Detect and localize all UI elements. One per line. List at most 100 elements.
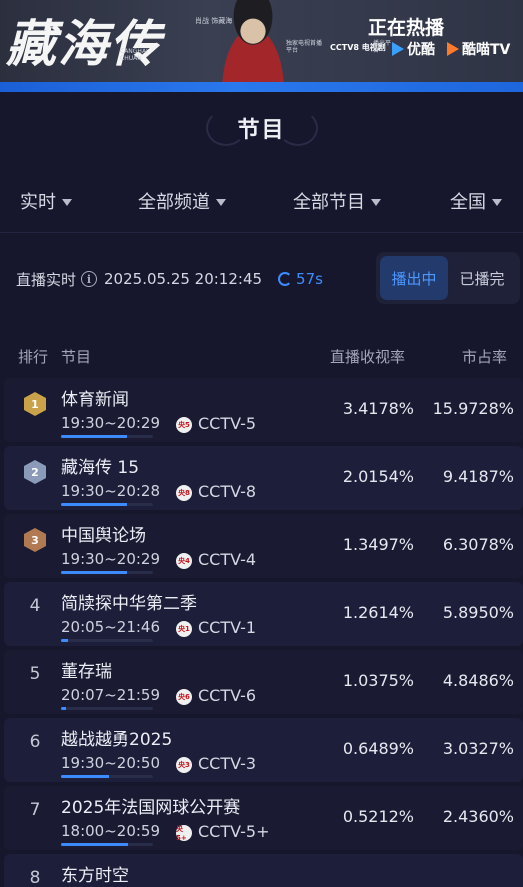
progress-fill bbox=[61, 775, 109, 778]
youku-icon bbox=[392, 42, 404, 56]
table-row[interactable]: 6 越战越勇2025 19:30~20:50 央3 CCTV-3 0.6489% 3.032… bbox=[4, 718, 523, 782]
caret-down-icon bbox=[216, 198, 226, 206]
table-row[interactable]: 4 简牍探中华第二季 20:05~21:46 央1 CCTV-1 1.2614% 5.895… bbox=[4, 582, 523, 646]
channel-logo-icon: 央1 bbox=[176, 621, 192, 637]
program-time: 20:07~21:59 bbox=[61, 686, 161, 704]
share-value: 4.8486% bbox=[442, 671, 514, 690]
filter-time-label: 实时 bbox=[20, 192, 56, 213]
tab-aired[interactable]: 已播完 bbox=[448, 256, 516, 300]
caret-down-icon bbox=[492, 198, 502, 206]
youku-brand: 优酷 bbox=[392, 39, 435, 59]
progress-bar bbox=[61, 503, 153, 506]
filter-program[interactable]: 全部节目 bbox=[293, 188, 381, 214]
rank-number: 6 bbox=[29, 732, 41, 752]
channel-logo-icon: 央3 bbox=[176, 757, 192, 773]
caret-down-icon bbox=[62, 198, 72, 206]
filter-time[interactable]: 实时 bbox=[20, 188, 72, 214]
promo-banner[interactable]: 藏海传 CANGHAI CHUAN 肖战 饰藏海 独家电视首播平台 CCTV8 … bbox=[0, 0, 523, 92]
progress-fill bbox=[61, 707, 66, 710]
table-row[interactable]: 8 东方时空 bbox=[4, 854, 523, 887]
progress-bar bbox=[61, 435, 153, 438]
header-share: 市占率 bbox=[462, 348, 508, 366]
program-time: 19:30~20:29 bbox=[61, 550, 161, 568]
program-name: 东方时空 bbox=[61, 866, 129, 886]
progress-bar bbox=[61, 707, 153, 710]
channel-logo-icon: 央5+ bbox=[176, 825, 192, 842]
banner-play-text: 播出平台 bbox=[373, 40, 392, 54]
program-name: 中国舆论场 bbox=[61, 526, 146, 546]
info-icon[interactable]: i bbox=[81, 271, 98, 287]
table-row[interactable]: 1 体育新闻 19:30~20:29 央5 CCTV-5 3.4178% 15.9728% bbox=[4, 378, 523, 442]
now-playing-label: 正在热播 bbox=[368, 17, 445, 39]
channel-name: CCTV-3 bbox=[198, 754, 257, 773]
caret-down-icon bbox=[371, 198, 381, 206]
filter-channel[interactable]: 全部频道 bbox=[138, 188, 226, 214]
rating-value: 0.6489% bbox=[342, 739, 414, 758]
progress-fill bbox=[61, 639, 69, 642]
channel-logo-icon: 央6 bbox=[176, 689, 192, 705]
progress-fill bbox=[61, 843, 129, 846]
share-value: 6.3078% bbox=[442, 535, 514, 554]
rank-number: 8 bbox=[29, 868, 41, 887]
banner-platform-text: 独家电视首播平台 bbox=[286, 40, 323, 54]
filter-channel-label: 全部频道 bbox=[138, 192, 210, 213]
rank-number: 5 bbox=[29, 664, 41, 684]
progress-bar bbox=[61, 843, 153, 846]
header-rank: 排行 bbox=[18, 348, 49, 366]
progress-bar bbox=[61, 639, 153, 642]
table-row[interactable]: 5 董存瑞 20:07~21:59 央6 CCTV-6 1.0375% 4.8486% bbox=[4, 650, 523, 714]
rating-value: 0.5212% bbox=[342, 807, 414, 826]
rank-medal-icon: 1 bbox=[24, 392, 46, 416]
page-title: 节目 bbox=[237, 118, 286, 143]
program-name: 藏海传 15 bbox=[61, 458, 140, 478]
refresh-seconds: 57s bbox=[296, 270, 323, 288]
table-row[interactable]: 2 藏海传 15 19:30~20:28 央8 CCTV-8 2.0154% 9.4187% bbox=[4, 446, 523, 510]
program-time: 20:05~21:46 bbox=[61, 618, 161, 636]
program-name: 董存瑞 bbox=[61, 662, 112, 682]
tab-live[interactable]: 播出中 bbox=[380, 256, 448, 300]
header-program: 节目 bbox=[61, 348, 92, 366]
banner-subtitle: CANGHAI CHUAN bbox=[120, 48, 148, 62]
rating-value: 3.4178% bbox=[342, 399, 414, 418]
share-value: 15.9728% bbox=[432, 399, 514, 418]
program-time: 19:30~20:29 bbox=[61, 414, 161, 432]
refresh-icon bbox=[278, 272, 293, 286]
channel-name: CCTV-6 bbox=[198, 686, 257, 705]
program-name: 体育新闻 bbox=[61, 390, 129, 410]
channel-logo-icon: 央4 bbox=[176, 553, 192, 569]
timestamp: 2025.05.25 20:12:45 bbox=[104, 270, 263, 288]
rank-medal-icon: 3 bbox=[24, 528, 46, 552]
share-value: 2.4360% bbox=[442, 807, 514, 826]
program-name: 2025年法国网球公开赛 bbox=[61, 798, 241, 818]
channel-logo-icon: 央8 bbox=[176, 485, 192, 501]
live-label: 直播实时 bbox=[16, 270, 77, 289]
rating-value: 1.3497% bbox=[342, 535, 414, 554]
progress-bar bbox=[61, 775, 153, 778]
filter-region[interactable]: 全国 bbox=[450, 188, 502, 214]
progress-fill bbox=[61, 503, 128, 506]
filter-region-label: 全国 bbox=[450, 192, 486, 213]
program-time: 19:30~20:28 bbox=[61, 482, 161, 500]
rank-medal-icon: 2 bbox=[24, 460, 46, 484]
channel-name: CCTV-5 bbox=[198, 414, 257, 433]
channel-name: CCTV-4 bbox=[198, 550, 257, 569]
program-time: 18:00~20:59 bbox=[61, 822, 161, 840]
rating-value: 1.2614% bbox=[342, 603, 414, 622]
kumiao-label: 酷喵TV bbox=[462, 42, 511, 58]
table-row[interactable]: 3 中国舆论场 19:30~20:29 央4 CCTV-4 1.3497% 6.3078% bbox=[4, 514, 523, 578]
share-value: 9.4187% bbox=[442, 467, 514, 486]
kumiao-icon bbox=[447, 42, 459, 56]
table-row[interactable]: 7 2025年法国网球公开赛 18:00~20:59 央5+ CCTV-5+ 0.5212… bbox=[4, 786, 523, 850]
filter-program-label: 全部节目 bbox=[293, 192, 365, 213]
channel-name: CCTV-1 bbox=[198, 618, 257, 637]
rating-value: 1.0375% bbox=[342, 671, 414, 690]
refresh-countdown[interactable]: 57s bbox=[278, 270, 323, 288]
channel-name: CCTV-5+ bbox=[198, 822, 270, 841]
actor-portrait bbox=[208, 0, 298, 82]
divider bbox=[0, 232, 523, 233]
filter-bar: 实时 全部频道 全部节目 全国 bbox=[0, 188, 523, 214]
rank-number: 7 bbox=[29, 800, 41, 820]
table-header: 排行 节目 直播收视率 市占率 bbox=[0, 346, 523, 366]
banner-image: 藏海传 CANGHAI CHUAN 肖战 饰藏海 独家电视首播平台 CCTV8 … bbox=[0, 0, 523, 82]
ratings-panel: 节目 实时 全部频道 全部节目 全国 直播实时 i 2025.05.25 20:… bbox=[0, 92, 523, 887]
